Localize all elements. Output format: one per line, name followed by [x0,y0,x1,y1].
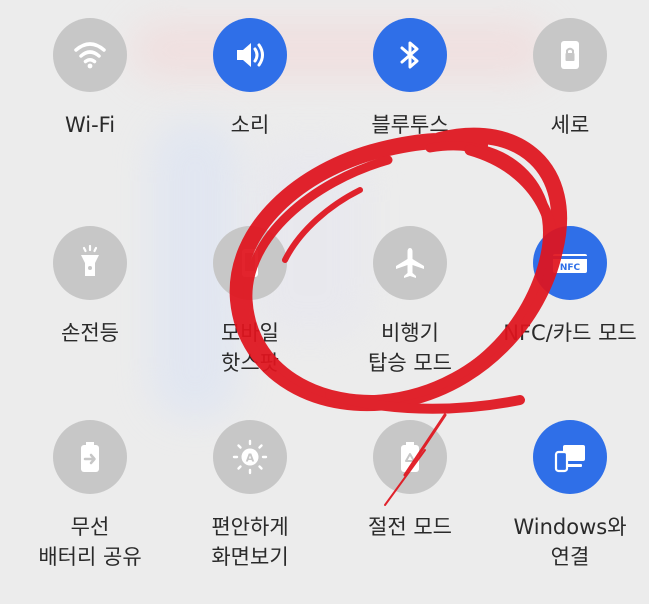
nfc-label: NFC/카드 모드 [503,321,637,345]
wifi-icon [74,42,106,69]
hotspot-label: 모바일 핫스팟 [221,321,279,375]
wifi-toggle[interactable] [53,18,127,92]
eye-comfort-icon: A [232,439,268,475]
airplane-icon [396,248,424,278]
tile-battery-share[interactable]: 무선 배터리 공유 [20,420,160,572]
tile-bluetooth[interactable]: 블루투스 [340,18,480,140]
sound-icon [237,43,264,67]
link-to-windows-label: Windows와 연결 [513,515,627,569]
battery-share-label: 무선 배터리 공유 [38,515,142,569]
svg-text:A: A [246,452,255,465]
portrait-lock-icon [561,41,579,69]
bluetooth-toggle[interactable] [373,18,447,92]
bluetooth-icon [400,41,419,69]
tile-nfc[interactable]: NFC NFC/카드 모드 [500,226,640,348]
tile-link-to-windows[interactable]: Windows와 연결 [500,420,640,572]
link-to-windows-toggle[interactable] [533,420,607,494]
portrait-toggle[interactable] [533,18,607,92]
eye-comfort-label: 편안하게 화면보기 [211,515,289,569]
tile-portrait[interactable]: 세로 [500,18,640,140]
wifi-label: Wi-Fi [64,113,116,137]
flashlight-icon [81,244,99,276]
flashlight-toggle[interactable] [53,226,127,300]
portrait-label: 세로 [550,113,590,137]
nfc-badge-text: NFC [560,263,581,273]
tile-hotspot[interactable]: 모바일 핫스팟 [180,226,320,378]
battery-share-icon [81,442,99,472]
tile-airplane[interactable]: 비행기 탑승 모드 [340,226,480,378]
nfc-toggle[interactable]: NFC [533,226,607,300]
sound-toggle[interactable] [213,18,287,92]
tile-flashlight[interactable]: 손전등 [20,226,160,348]
link-to-windows-icon [554,445,585,473]
tile-wifi[interactable]: Wi-Fi [20,18,160,140]
eye-comfort-toggle[interactable]: A [213,420,287,494]
battery-share-toggle[interactable] [53,420,127,494]
hotspot-toggle[interactable] [213,226,287,300]
airplane-label: 비행기 탑승 모드 [368,321,452,375]
power-saving-icon [401,442,419,472]
tile-eye-comfort[interactable]: A 편안하게 화면보기 [180,420,320,572]
sound-label: 소리 [230,113,270,137]
power-saving-toggle[interactable] [373,420,447,494]
bluetooth-label: 블루투스 [371,113,449,137]
power-saving-label: 절전 모드 [368,515,452,539]
nfc-icon: NFC [553,254,587,273]
hotspot-icon [242,249,258,277]
tile-power-saving[interactable]: 절전 모드 [340,420,480,542]
tile-sound[interactable]: 소리 [180,18,320,140]
airplane-toggle[interactable] [373,226,447,300]
flashlight-label: 손전등 [61,321,119,345]
